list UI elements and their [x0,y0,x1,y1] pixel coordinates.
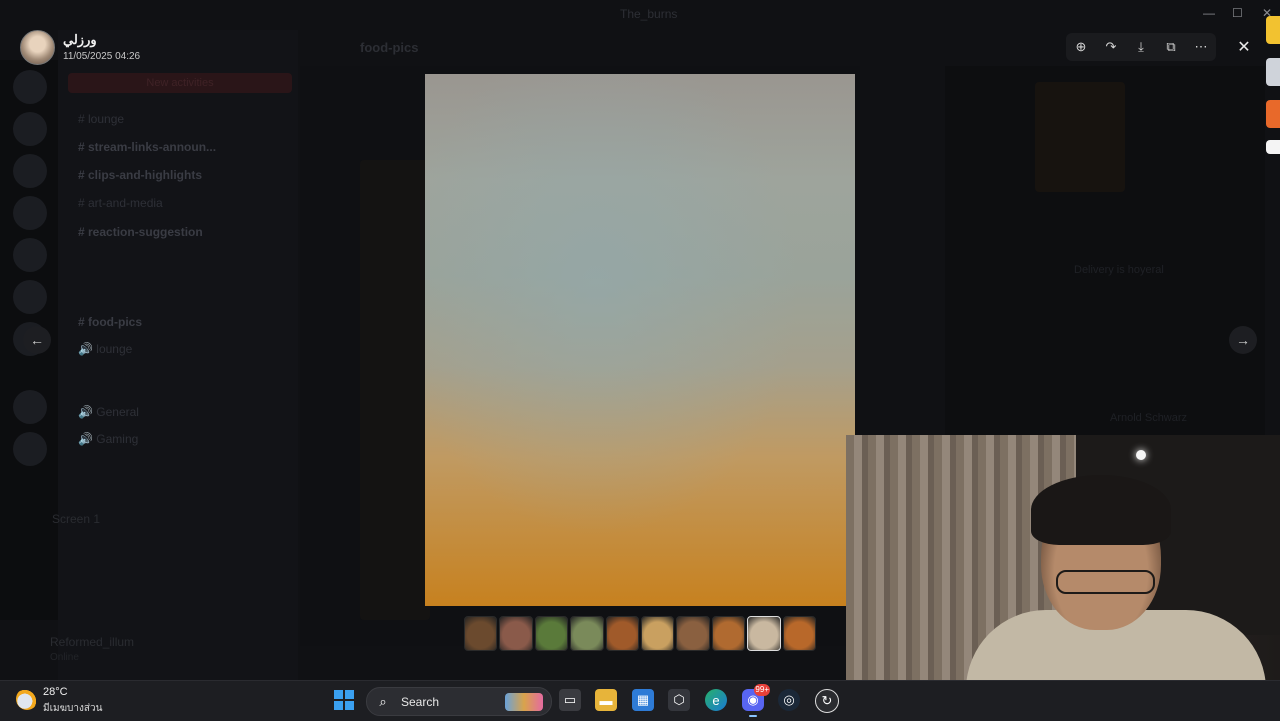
thumbnail[interactable] [464,616,498,651]
side-panel-image[interactable] [1035,82,1125,192]
taskbar-search[interactable]: ⌕ Search [366,687,552,716]
thumbnail[interactable] [641,616,675,651]
side-panel-text: Delivery is hoyeral [1074,264,1164,276]
file-explorer-icon[interactable]: ▬ [595,689,617,711]
channel-header-title: food-pics [360,40,419,55]
new-activity-banner[interactable]: New activities [68,73,292,93]
search-icon: ⌕ [379,693,387,709]
discord-badge: 99+ [754,684,770,696]
current-user-name: Reformed_illum [50,635,135,649]
thumbnail[interactable] [747,616,781,651]
current-user-status: Online [50,652,79,663]
server-icon[interactable] [13,112,47,146]
edge-app-icon[interactable] [1266,58,1280,86]
channel-item[interactable]: # reaction-suggestion [78,225,203,239]
server-icon[interactable] [13,280,47,314]
channel-item-food-pics[interactable]: # food-pics [78,315,142,329]
download-icon[interactable]: ⤓ [1129,35,1153,59]
close-viewer-icon[interactable]: ✕ [1232,35,1256,59]
channel-item[interactable]: # lounge [78,112,124,126]
voice-channel-item[interactable]: 🔊 General [78,405,139,419]
edge-app-icon[interactable] [1266,140,1280,154]
thumbnail[interactable] [676,616,710,651]
window-title: The_burns [620,7,678,21]
search-label: Search [401,694,440,709]
webcam-light [1136,450,1146,460]
edge-icon[interactable]: e [705,689,727,711]
edge-app-icon[interactable] [1266,16,1280,44]
forward-icon[interactable]: ↷ [1099,35,1123,59]
thumbnail[interactable] [499,616,533,651]
server-icon[interactable] [13,390,47,424]
thumbnail[interactable] [711,616,746,651]
task-view-icon[interactable]: ▭ [559,689,581,711]
edge-app-icon[interactable] [1266,100,1280,128]
thumbnail[interactable] [782,616,817,651]
channel-sidebar: # lounge # stream-links-announ... # clip… [58,30,298,680]
screen-share-label: Screen 1 [52,512,101,526]
viewer-toolbar: ⊕ ↷ ⤓ ⧉ ⋯ [1066,33,1216,61]
thumbnail[interactable] [605,616,640,651]
open-external-icon[interactable]: ⧉ [1159,35,1183,59]
next-image-icon[interactable]: → [1229,326,1257,354]
server-icon[interactable] [13,432,47,466]
side-panel-member: Arnold Schwarz [1110,412,1188,424]
voice-channel-item[interactable]: 🔊 Gaming [78,432,138,446]
weather-description[interactable]: มีเมฆบางส่วน [43,701,102,716]
uploader-name: ورزلي [63,32,97,47]
recorder-icon[interactable]: ↻ [815,689,839,713]
thumbnail[interactable] [570,616,604,651]
steam-icon[interactable]: ◎ [778,689,800,711]
voice-channel-item[interactable]: 🔊 lounge [78,342,132,356]
server-icon[interactable] [13,196,47,230]
server-icon[interactable] [13,238,47,272]
thumbnail[interactable] [534,616,569,651]
server-icon[interactable] [13,154,47,188]
server-icon[interactable] [13,70,47,104]
thumbnail-strip [464,616,817,651]
maximize-button[interactable]: ☐ [1232,6,1243,20]
minimize-button[interactable]: — [1203,6,1215,20]
viewer-main-image[interactable] [425,74,855,606]
zoom-in-icon[interactable]: ⊕ [1069,35,1093,59]
channel-item[interactable]: # clips-and-highlights [78,168,202,182]
more-icon[interactable]: ⋯ [1189,35,1213,59]
message-image[interactable] [360,160,430,620]
channel-item[interactable]: # stream-links-announ... [78,140,216,154]
store-icon[interactable]: ▦ [632,689,654,711]
previous-image-icon[interactable]: ← [23,326,51,354]
channel-item[interactable]: # art-and-media [78,196,163,210]
discord-icon[interactable]: ◉ 99+ [742,684,770,717]
webcam-overlay [846,435,1280,680]
weather-icon[interactable] [16,688,38,710]
weather-temperature[interactable]: 28°C [43,686,68,698]
app-icon[interactable]: ⬡ [668,689,690,711]
uploader-avatar [20,30,55,65]
webcam-person-hair [1031,475,1171,545]
start-button[interactable] [334,690,354,710]
webcam-person-glasses [1056,570,1155,594]
upload-date: 11/05/2025 04:26 [63,51,141,62]
search-highlight-icon [505,692,543,711]
